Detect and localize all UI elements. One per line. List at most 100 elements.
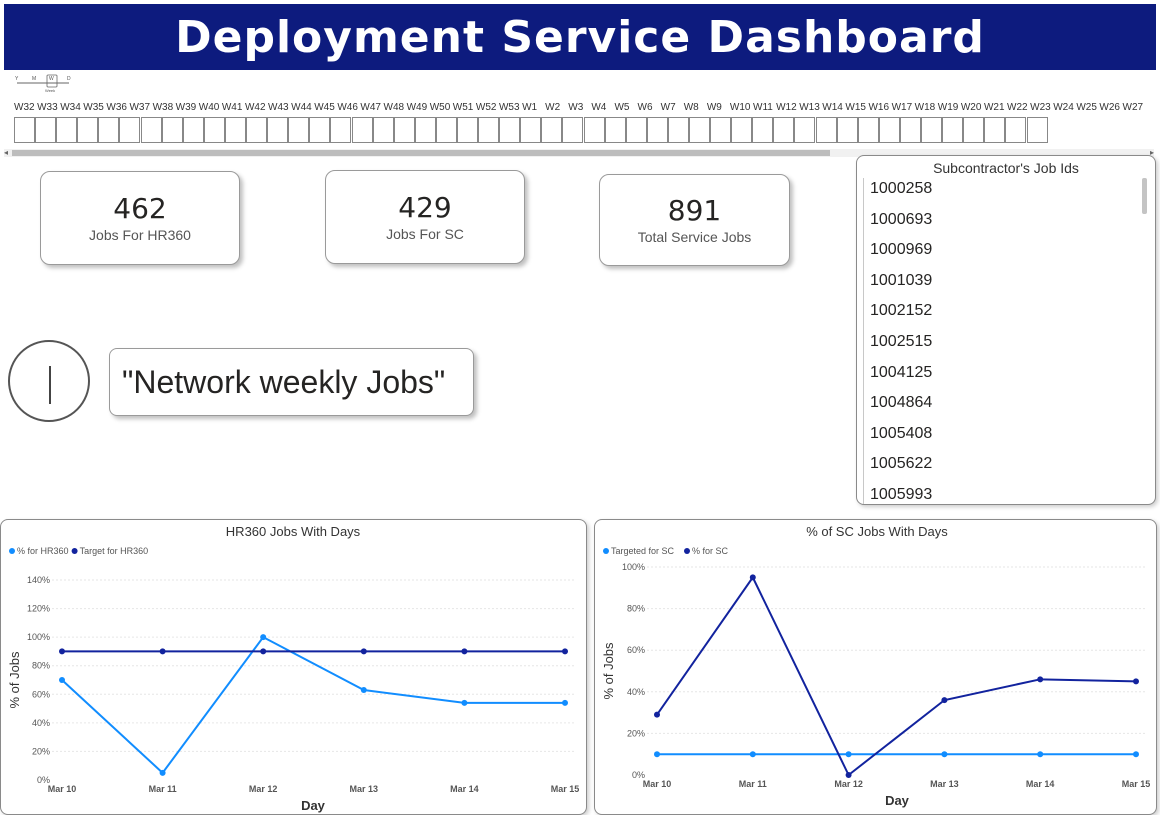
- legend-marker: [684, 548, 690, 554]
- week-cell[interactable]: [689, 117, 710, 143]
- scroll-left-icon[interactable]: ◂: [4, 149, 8, 157]
- week-label: W32: [14, 102, 35, 113]
- week-cell[interactable]: [14, 117, 35, 143]
- week-cell[interactable]: [667, 117, 689, 143]
- week-cell[interactable]: [309, 117, 331, 143]
- week-cell[interactable]: [161, 117, 183, 143]
- data-point: [1037, 676, 1044, 683]
- job-id-item[interactable]: 1000693: [863, 208, 1133, 240]
- timeline-scroll-thumb[interactable]: [12, 150, 830, 156]
- job-list-scroll-thumb[interactable]: [1142, 178, 1147, 214]
- week-cell[interactable]: [414, 117, 436, 143]
- sc-jobs-card: 429 Jobs For SC: [325, 170, 525, 264]
- week-cell[interactable]: [267, 117, 289, 143]
- week-cell[interactable]: [836, 117, 858, 143]
- data-point: [845, 751, 852, 758]
- job-id-item[interactable]: 1000258: [863, 178, 1133, 209]
- data-point: [562, 648, 568, 655]
- data-point: [461, 699, 468, 706]
- granularity-month-label[interactable]: M: [32, 76, 36, 82]
- legend-label: Targeted for SC: [611, 546, 675, 556]
- week-cell[interactable]: [752, 117, 774, 143]
- week-cell[interactable]: [182, 117, 204, 143]
- legend-marker: [9, 548, 15, 554]
- date-granularity-control[interactable]: Y M W D Week: [14, 74, 74, 94]
- week-label: W37: [129, 102, 151, 113]
- granularity-week-label[interactable]: W: [49, 76, 54, 82]
- week-label: W2: [545, 102, 561, 113]
- subcontractor-job-ids-list[interactable]: Subcontractor's Job Ids 1000258 1000693 10…: [856, 155, 1156, 505]
- data-point: [159, 769, 166, 776]
- week-cell[interactable]: [330, 117, 352, 143]
- hr360-jobs-value: 462: [113, 192, 167, 225]
- week-label: W9: [706, 102, 722, 113]
- week-cell[interactable]: [56, 117, 78, 143]
- week-cell[interactable]: [520, 117, 542, 143]
- week-cell[interactable]: [984, 117, 1006, 143]
- week-cell[interactable]: [942, 117, 964, 143]
- granularity-day-label[interactable]: D: [67, 76, 71, 82]
- week-cell[interactable]: [731, 117, 753, 143]
- y-tick-label: 80%: [627, 604, 645, 614]
- week-label: W6: [637, 102, 653, 113]
- granularity-year-label[interactable]: Y: [15, 76, 19, 82]
- week-cell[interactable]: [203, 117, 225, 143]
- week-cell[interactable]: [98, 117, 120, 143]
- week-cell[interactable]: [773, 117, 795, 143]
- week-cell[interactable]: [456, 117, 478, 143]
- job-id-item[interactable]: 1005622: [863, 453, 1133, 484]
- week-cell[interactable]: [625, 117, 647, 143]
- job-id-item[interactable]: 1004125: [863, 361, 1133, 393]
- week-cell[interactable]: [77, 117, 99, 143]
- week-cell[interactable]: [583, 117, 605, 143]
- job-id-item[interactable]: 1002152: [863, 300, 1133, 331]
- week-cell[interactable]: [710, 117, 732, 143]
- week-cell[interactable]: [119, 117, 141, 143]
- y-axis-label: % of Jobs: [601, 642, 616, 700]
- week-cell[interactable]: [963, 117, 985, 143]
- week-label: W36: [106, 102, 127, 113]
- week-cell[interactable]: [435, 117, 457, 143]
- data-point: [1133, 678, 1139, 685]
- job-id-item[interactable]: 1002515: [863, 330, 1133, 362]
- week-timeline-labels: W32 W33 W34 W35 W36 W37 W38 W39 W40 W41 W42 W43 W44 W…: [14, 102, 1154, 116]
- week-cell[interactable]: [246, 117, 268, 143]
- job-list-items[interactable]: 1000258 1000693 1000969 1001039 1002152 10025…: [863, 178, 1133, 504]
- week-label: W38: [152, 102, 174, 113]
- week-cell[interactable]: [478, 117, 500, 143]
- week-cell[interactable]: [604, 117, 626, 143]
- week-timeline-cells[interactable]: [14, 117, 1154, 145]
- week-label: W15: [845, 102, 866, 113]
- week-cell[interactable]: [857, 117, 879, 143]
- week-label: W16: [868, 102, 890, 113]
- job-id-item[interactable]: 1005993: [863, 483, 1133, 504]
- week-cell[interactable]: [646, 117, 668, 143]
- week-cell[interactable]: [351, 117, 373, 143]
- week-cell[interactable]: [372, 117, 394, 143]
- week-cell[interactable]: [499, 117, 521, 143]
- week-cell[interactable]: [1005, 117, 1027, 143]
- week-cell[interactable]: [794, 117, 816, 143]
- week-label: W25: [1076, 102, 1097, 113]
- data-point: [654, 711, 660, 718]
- week-cell[interactable]: [35, 117, 57, 143]
- week-cell[interactable]: [393, 117, 415, 143]
- network-weekly-jobs-button[interactable]: "Network weekly Jobs": [109, 348, 474, 416]
- week-label: W7: [660, 102, 676, 113]
- week-cell[interactable]: [878, 117, 900, 143]
- week-cell[interactable]: [899, 117, 921, 143]
- job-id-item[interactable]: 1005408: [863, 422, 1133, 454]
- info-icon[interactable]: [8, 340, 90, 422]
- week-cell[interactable]: [541, 117, 563, 143]
- week-cell[interactable]: [288, 117, 310, 143]
- week-cell[interactable]: [921, 117, 943, 143]
- job-id-item[interactable]: 1000969: [863, 239, 1133, 270]
- week-cell[interactable]: [1026, 117, 1048, 143]
- job-id-item[interactable]: 1004864: [863, 392, 1133, 423]
- hr360-jobs-label: Jobs For HR360: [89, 227, 191, 243]
- week-cell[interactable]: [815, 117, 837, 143]
- week-cell[interactable]: [140, 117, 162, 143]
- job-id-item[interactable]: 1001039: [863, 269, 1133, 301]
- week-cell[interactable]: [224, 117, 246, 143]
- week-cell[interactable]: [562, 117, 584, 143]
